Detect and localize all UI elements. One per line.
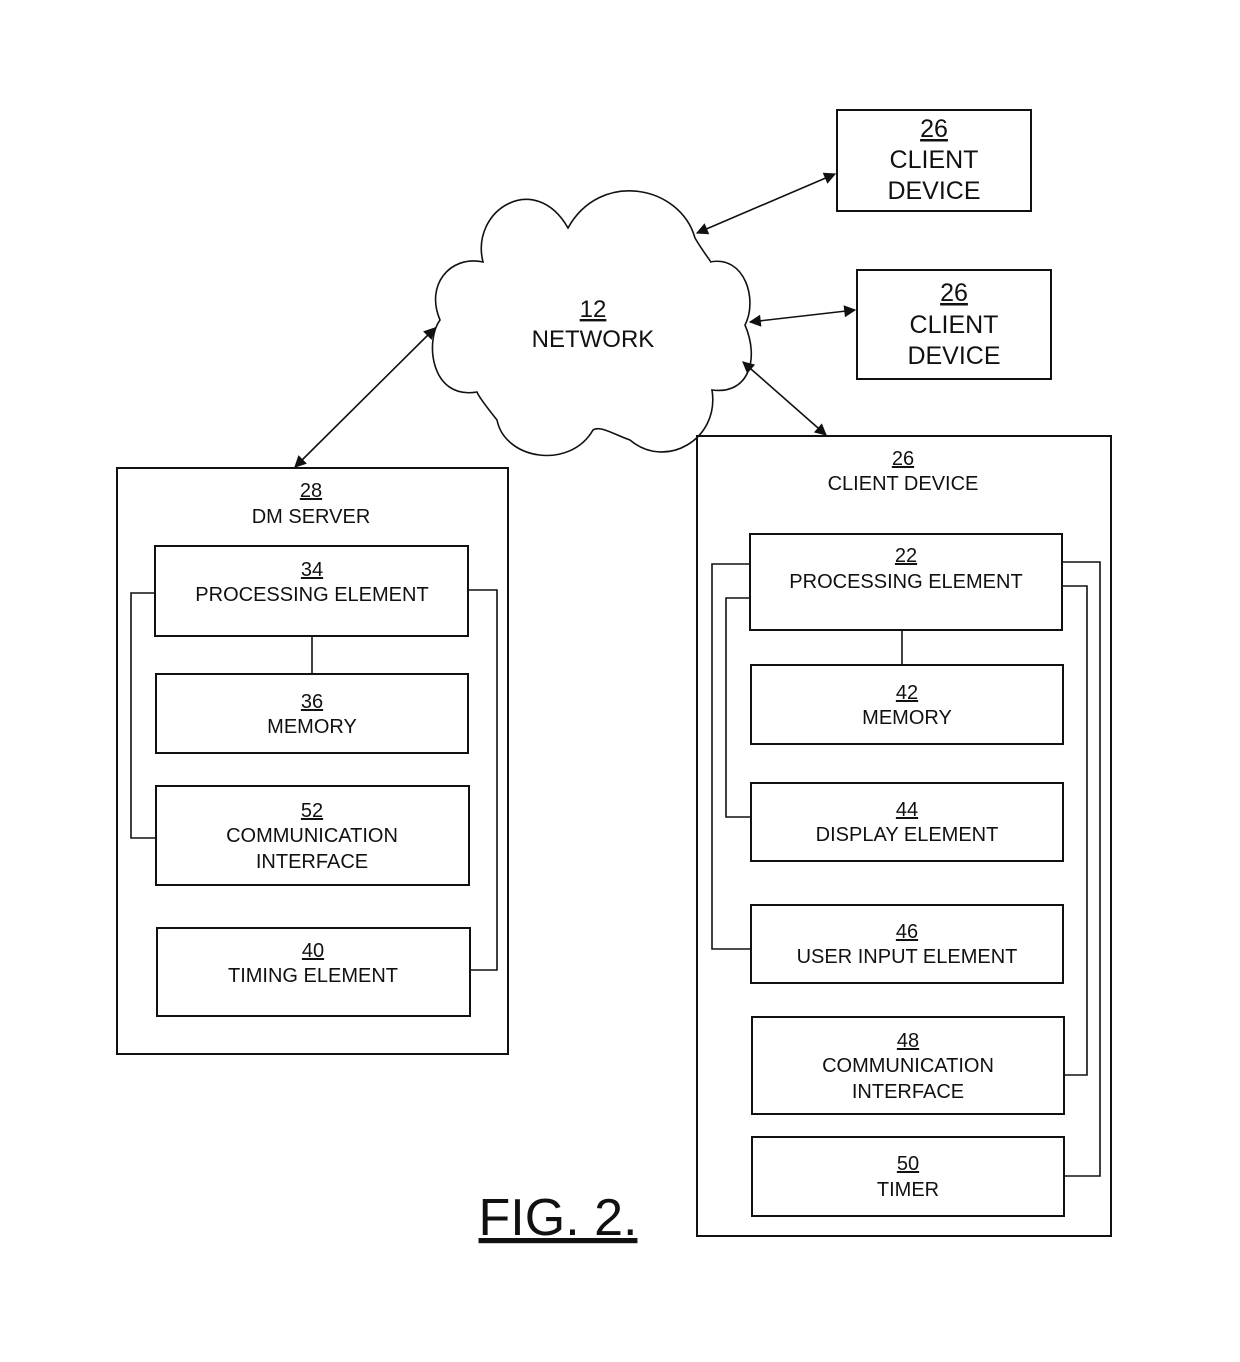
client-device-label: CLIENT DEVICE bbox=[828, 473, 979, 495]
connector-processing-timer bbox=[1062, 561, 1101, 1177]
component-ref: 48 bbox=[897, 1030, 919, 1052]
dm-memory: 36 MEMORY bbox=[155, 673, 469, 754]
component-box bbox=[155, 673, 469, 754]
client-device: 26 CLIENT DEVICE 22 PROCESSING ELEMENT 4… bbox=[696, 435, 1112, 1237]
component-ref: 34 bbox=[301, 559, 323, 581]
system-diagram: 12 NETWORK 26 CLIENT DEVICE 26 CLIENT DE… bbox=[116, 109, 1112, 1247]
component-label: TIMING ELEMENT bbox=[228, 965, 398, 987]
arrow-network-client-device bbox=[742, 361, 827, 436]
client-processing-element: 22 PROCESSING ELEMENT bbox=[749, 533, 1063, 631]
component-label: MEMORY bbox=[267, 716, 357, 738]
dm-timing-element: 40 TIMING ELEMENT bbox=[156, 927, 471, 1017]
component-box bbox=[750, 782, 1064, 862]
client-communication-interface: 48 COMMUNICATION INTERFACE bbox=[751, 1016, 1065, 1115]
external-client-device-1: 26 CLIENT DEVICE bbox=[836, 109, 1032, 212]
client-label-line1: CLIENT bbox=[890, 146, 979, 174]
component-label: TIMER bbox=[877, 1179, 939, 1201]
figure-caption: FIG. 2. bbox=[479, 1189, 638, 1247]
connector-processing-display bbox=[725, 597, 751, 818]
component-label-line2: INTERFACE bbox=[852, 1081, 964, 1103]
component-label-line1: COMMUNICATION bbox=[226, 825, 398, 847]
network-ref: 12 bbox=[580, 296, 607, 323]
component-box bbox=[750, 904, 1064, 984]
dm-communication-interface: 52 COMMUNICATION INTERFACE bbox=[155, 785, 470, 886]
component-ref: 42 bbox=[896, 682, 918, 704]
client-label-line2: DEVICE bbox=[887, 177, 980, 205]
component-label: DISPLAY ELEMENT bbox=[816, 824, 999, 846]
dm-server-label: DM SERVER bbox=[252, 506, 371, 528]
dm-processing-element: 34 PROCESSING ELEMENT bbox=[154, 545, 469, 637]
connector-processing-communication bbox=[130, 592, 156, 839]
component-ref: 40 bbox=[302, 940, 324, 962]
client-display-element: 44 DISPLAY ELEMENT bbox=[750, 782, 1064, 862]
external-client-device-2: 26 CLIENT DEVICE bbox=[856, 269, 1052, 380]
component-ref: 22 bbox=[895, 545, 917, 567]
client-user-input-element: 46 USER INPUT ELEMENT bbox=[750, 904, 1064, 984]
client-label-line1: CLIENT bbox=[910, 311, 999, 339]
client-memory: 42 MEMORY bbox=[750, 664, 1064, 745]
arrow-network-client-2 bbox=[748, 305, 857, 327]
component-label: PROCESSING ELEMENT bbox=[195, 584, 428, 606]
arrow-network-dm-server bbox=[294, 327, 436, 468]
connector-processing-timing bbox=[468, 589, 498, 971]
connector-processing-user-input bbox=[711, 563, 751, 950]
component-box bbox=[750, 664, 1064, 745]
client-timer: 50 TIMER bbox=[751, 1136, 1065, 1217]
arrow-network-client-1 bbox=[695, 172, 837, 235]
component-ref: 44 bbox=[896, 799, 918, 821]
network-label: NETWORK bbox=[532, 326, 655, 353]
component-box bbox=[751, 1136, 1065, 1217]
client-ref: 26 bbox=[940, 279, 968, 307]
component-label-line2: INTERFACE bbox=[256, 851, 368, 873]
connector-processing-communication bbox=[1062, 585, 1088, 1076]
component-label: PROCESSING ELEMENT bbox=[789, 571, 1022, 593]
dm-server-ref: 28 bbox=[300, 480, 322, 502]
dm-server: 28 DM SERVER 34 PROCESSING ELEMENT 36 ME… bbox=[116, 467, 509, 1055]
component-ref: 36 bbox=[301, 691, 323, 713]
component-label: MEMORY bbox=[862, 707, 952, 729]
client-device-ref: 26 bbox=[892, 448, 914, 470]
client-label-line2: DEVICE bbox=[907, 342, 1000, 370]
component-ref: 52 bbox=[301, 800, 323, 822]
component-label-line1: COMMUNICATION bbox=[822, 1055, 994, 1077]
client-ref: 26 bbox=[920, 115, 948, 143]
component-ref: 50 bbox=[897, 1153, 919, 1175]
component-ref: 46 bbox=[896, 921, 918, 943]
component-label: USER INPUT ELEMENT bbox=[797, 946, 1018, 968]
